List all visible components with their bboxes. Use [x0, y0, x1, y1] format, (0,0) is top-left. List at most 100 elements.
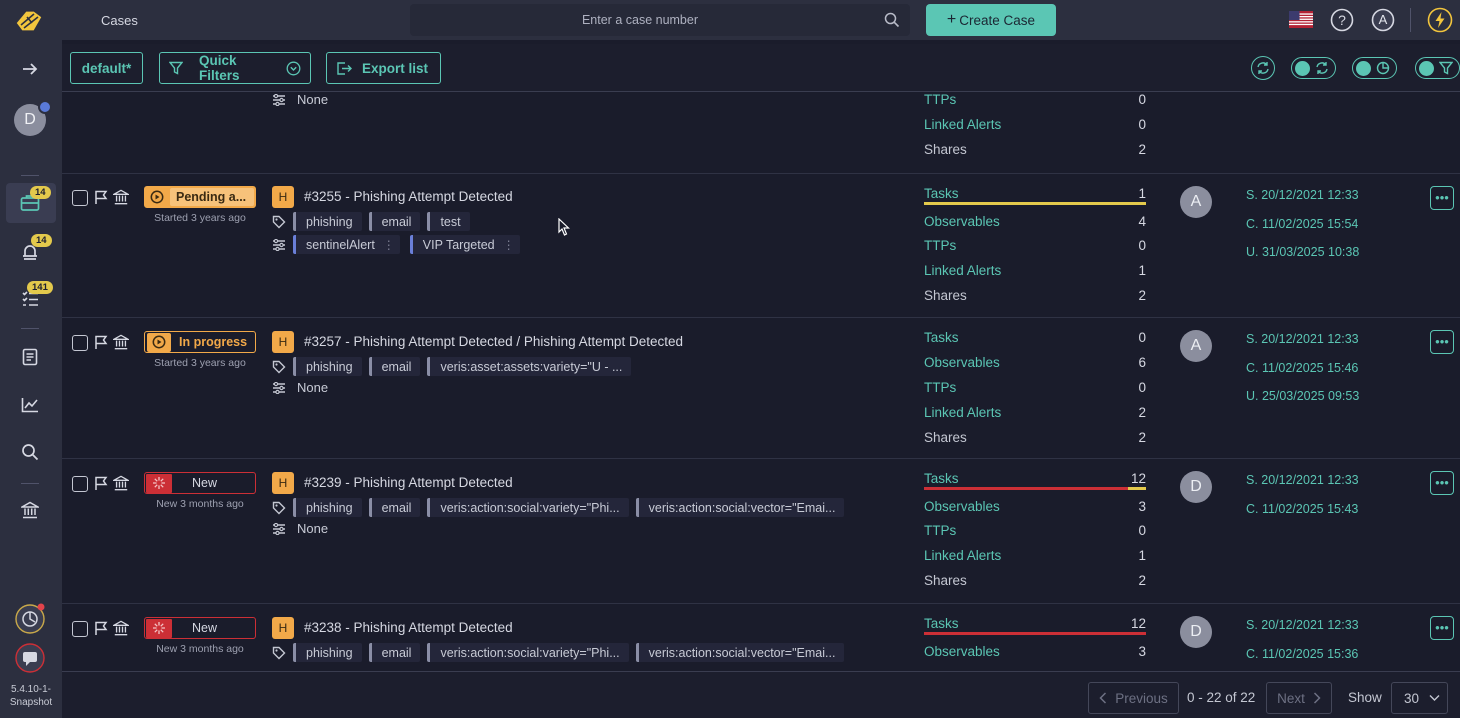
organisation-avatar[interactable]: D [14, 100, 52, 136]
start-date: S. 20/12/2021 12:33 [1246, 188, 1359, 202]
more-vert-icon[interactable]: ⋮ [503, 238, 515, 252]
filters-panel-toggle[interactable] [1415, 57, 1460, 79]
ttps-stat[interactable]: TTPs 0 [924, 238, 1146, 258]
help-icon[interactable]: ? [1330, 8, 1354, 32]
select-checkbox[interactable] [72, 621, 88, 637]
organisation-icon[interactable] [113, 334, 129, 350]
select-checkbox[interactable] [72, 190, 88, 206]
stat-value: 2 [1138, 405, 1146, 420]
tag[interactable]: email [368, 643, 421, 662]
assignee-avatar[interactable]: D [1180, 616, 1212, 648]
assignee-avatar[interactable]: A [1180, 330, 1212, 362]
more-actions-button[interactable]: ••• [1430, 616, 1454, 640]
tag[interactable]: email [368, 212, 421, 231]
more-actions-button[interactable]: ••• [1430, 471, 1454, 495]
more-actions-button[interactable]: ••• [1430, 330, 1454, 354]
select-checkbox[interactable] [72, 476, 88, 492]
stat-label: Shares [924, 142, 967, 157]
tag[interactable]: veris:action:social:variety="Phi... [427, 643, 629, 662]
observables-stat[interactable]: Observables 4 [924, 214, 1146, 234]
page-size-select[interactable]: 30 [1391, 682, 1448, 714]
organisation-icon[interactable] [113, 475, 129, 491]
sidebar-item-organisation[interactable] [17, 497, 43, 523]
quick-filters-button[interactable]: Quick Filters [159, 52, 311, 84]
status-badge[interactable]: New [144, 472, 256, 494]
custom-field-tag[interactable]: VIP Targeted ⋮ [409, 235, 520, 254]
organisation-icon[interactable] [113, 189, 129, 205]
cortex-analyzer-icon[interactable] [14, 603, 46, 635]
case-title[interactable]: #3257 - Phishing Attempt Detected / Phis… [304, 334, 683, 349]
linked-alerts-stat[interactable]: Linked Alerts 1 [924, 263, 1146, 283]
flag-icon[interactable] [94, 190, 108, 205]
refresh-icon[interactable] [1251, 56, 1275, 80]
observables-stat[interactable]: Observables 6 [924, 355, 1146, 375]
status-label: Pending a... [170, 188, 254, 206]
linked-alerts-stat[interactable]: Linked Alerts 2 [924, 405, 1146, 425]
ttps-stat[interactable]: TTPs 0 [924, 380, 1146, 400]
tag[interactable]: phishing [293, 212, 362, 231]
ttps-stat[interactable]: TTPs 0 [924, 93, 1146, 112]
user-avatar-icon[interactable]: A [1371, 8, 1395, 32]
custom-fields-icon [272, 381, 286, 394]
lightning-icon[interactable] [1427, 7, 1453, 33]
organisation-icon[interactable] [113, 620, 129, 636]
stat-value: 2 [1138, 288, 1146, 303]
case-number-search[interactable]: Enter a case number [410, 4, 910, 36]
case-row: Pending a... Started 3 years ago H #3255… [62, 174, 1460, 318]
search-icon[interactable] [884, 12, 900, 28]
flag-icon[interactable] [94, 476, 108, 491]
flag-icon[interactable] [94, 335, 108, 350]
stats-toggle[interactable] [1352, 57, 1397, 79]
tasks-stat[interactable]: Tasks 0 [924, 330, 1146, 350]
status-badge[interactable]: In progress [144, 331, 256, 353]
sidebar-item-knowledge[interactable] [17, 344, 43, 370]
create-case-button[interactable]: + Create Case [926, 4, 1056, 36]
tag-icon [272, 360, 286, 374]
case-title[interactable]: #3238 - Phishing Attempt Detected [304, 620, 513, 635]
tag[interactable]: veris:action:social:vector="Emai... [635, 643, 845, 662]
export-list-button[interactable]: Export list [326, 52, 441, 84]
flag-icon[interactable] [94, 621, 108, 636]
assignee-avatar[interactable]: A [1180, 186, 1212, 218]
assignee-avatar[interactable]: D [1180, 471, 1212, 503]
linked-alerts-stat[interactable]: Linked Alerts 1 [924, 548, 1146, 568]
tag[interactable]: email [368, 357, 421, 376]
tag[interactable]: veris:asset:assets:variety="U - ... [427, 357, 632, 376]
select-checkbox[interactable] [72, 335, 88, 351]
stat-value: 0 [1138, 238, 1146, 253]
more-vert-icon[interactable]: ⋮ [383, 238, 395, 252]
sidebar-item-alerts[interactable]: 14 [17, 234, 52, 264]
us-flag-icon[interactable] [1289, 11, 1313, 28]
chat-support-icon[interactable] [14, 642, 46, 674]
sidebar-item-cases[interactable]: 14 [6, 183, 56, 223]
previous-page-button[interactable]: Previous [1088, 682, 1179, 714]
status-badge[interactable]: New [144, 617, 256, 639]
tag[interactable]: phishing [293, 357, 362, 376]
filter-preset-button[interactable]: default* [70, 52, 143, 84]
tag[interactable]: phishing [293, 498, 362, 517]
observables-stat[interactable]: Observables 3 [924, 644, 1146, 664]
tag[interactable]: email [368, 498, 421, 517]
tasks-count-badge: 141 [27, 281, 53, 294]
custom-field-tag[interactable]: sentinelAlert ⋮ [293, 235, 400, 254]
ttps-stat[interactable]: TTPs 0 [924, 523, 1146, 543]
more-actions-button[interactable]: ••• [1430, 186, 1454, 210]
switch-org-icon[interactable] [38, 100, 52, 114]
tag[interactable]: phishing [293, 643, 362, 662]
expand-sidebar-icon[interactable] [17, 56, 43, 82]
linked-alerts-stat[interactable]: Linked Alerts 0 [924, 117, 1146, 137]
case-title[interactable]: #3255 - Phishing Attempt Detected [304, 189, 513, 204]
next-page-button[interactable]: Next [1266, 682, 1332, 714]
tag[interactable]: veris:action:social:vector="Emai... [635, 498, 845, 517]
sidebar-item-tasks[interactable]: 141 [17, 281, 53, 311]
tag[interactable]: test [427, 212, 470, 231]
sidebar-item-dashboards[interactable] [17, 392, 43, 418]
observables-stat[interactable]: Observables 3 [924, 499, 1146, 519]
auto-refresh-toggle[interactable] [1291, 57, 1336, 79]
status-badge[interactable]: Pending a... [144, 186, 256, 208]
tag[interactable]: veris:action:social:variety="Phi... [427, 498, 629, 517]
created-date: C. 11/02/2025 15:46 [1246, 361, 1359, 375]
sidebar-item-search[interactable] [17, 439, 43, 465]
thehive-logo-icon[interactable] [12, 5, 48, 35]
case-title[interactable]: #3239 - Phishing Attempt Detected [304, 475, 513, 490]
